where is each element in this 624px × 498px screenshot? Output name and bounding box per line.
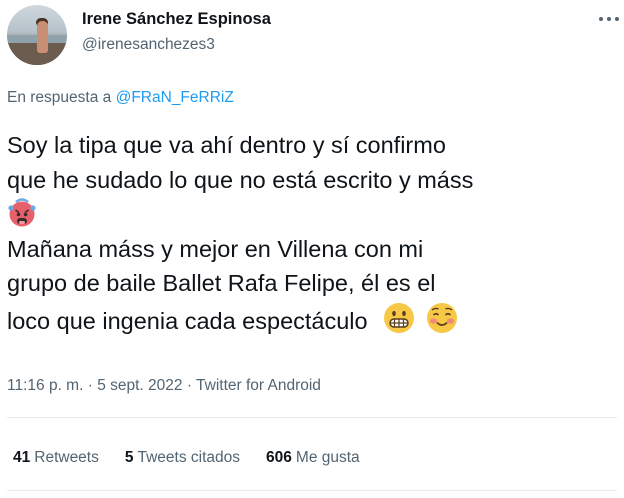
tweet-meta: 11:16 p. m. · 5 sept. 2022 · Twitter for… <box>7 377 321 395</box>
likes-label: Me gusta <box>295 449 360 466</box>
tweet-line-last: loco que ingenia cada espectáculo <box>7 301 607 339</box>
tweet-line: Mañana máss y mejor en Villena con mi <box>7 235 424 262</box>
tweet-line-emoji <box>7 197 607 232</box>
reply-context: En respuesta a @FRaN_FeRRiZ <box>7 89 234 107</box>
divider <box>7 417 617 418</box>
dot <box>607 17 611 21</box>
smiling-face-emoji <box>426 302 457 333</box>
author-name[interactable]: Irene Sánchez Espinosa <box>82 10 271 29</box>
avatar-person <box>37 21 48 53</box>
hot-face-emoji <box>8 198 36 227</box>
likes-stat[interactable]: 606 Me gusta <box>266 449 360 467</box>
tweet-line: grupo de baile Ballet Rafa Felipe, él es… <box>7 270 436 296</box>
dot <box>615 17 619 21</box>
tweet-stats: 41 Retweets 5 Tweets citados 606 Me gusta <box>13 449 386 467</box>
tweet-source: Twitter for Android <box>196 377 321 394</box>
tweet-time-link[interactable]: 11:16 p. m. <box>7 377 83 394</box>
author-handle[interactable]: @irenesanchezes3 <box>82 36 215 54</box>
retweets-count: 41 <box>13 449 31 466</box>
likes-count: 606 <box>266 449 292 466</box>
dot <box>599 17 603 21</box>
tweet-date-link[interactable]: 5 sept. 2022 <box>97 377 182 394</box>
tweet-text: Soy la tipa que va ahí dentro y sí confi… <box>7 128 607 338</box>
divider <box>7 490 617 491</box>
meta-separator: · <box>182 377 197 394</box>
tweet-line: Soy la tipa que va ahí dentro y sí confi… <box>7 132 446 158</box>
more-options-icon[interactable] <box>599 17 619 23</box>
meta-separator: · <box>83 377 98 394</box>
quotes-stat[interactable]: 5 Tweets citados <box>125 449 240 467</box>
reply-mention-link[interactable]: @FRaN_FeRRiZ <box>116 89 234 106</box>
reply-prefix: En respuesta a <box>7 89 112 106</box>
avatar[interactable] <box>7 5 67 65</box>
grimacing-face-emoji <box>384 302 415 333</box>
retweets-stat[interactable]: 41 Retweets <box>13 449 99 467</box>
retweets-label: Retweets <box>34 449 99 466</box>
tweet-line-text: loco que ingenia cada espectáculo <box>7 307 368 334</box>
quotes-label: Tweets citados <box>137 449 241 466</box>
tweet-line: que he sudado lo que no está escrito y m… <box>7 166 474 193</box>
quotes-count: 5 <box>124 449 134 466</box>
